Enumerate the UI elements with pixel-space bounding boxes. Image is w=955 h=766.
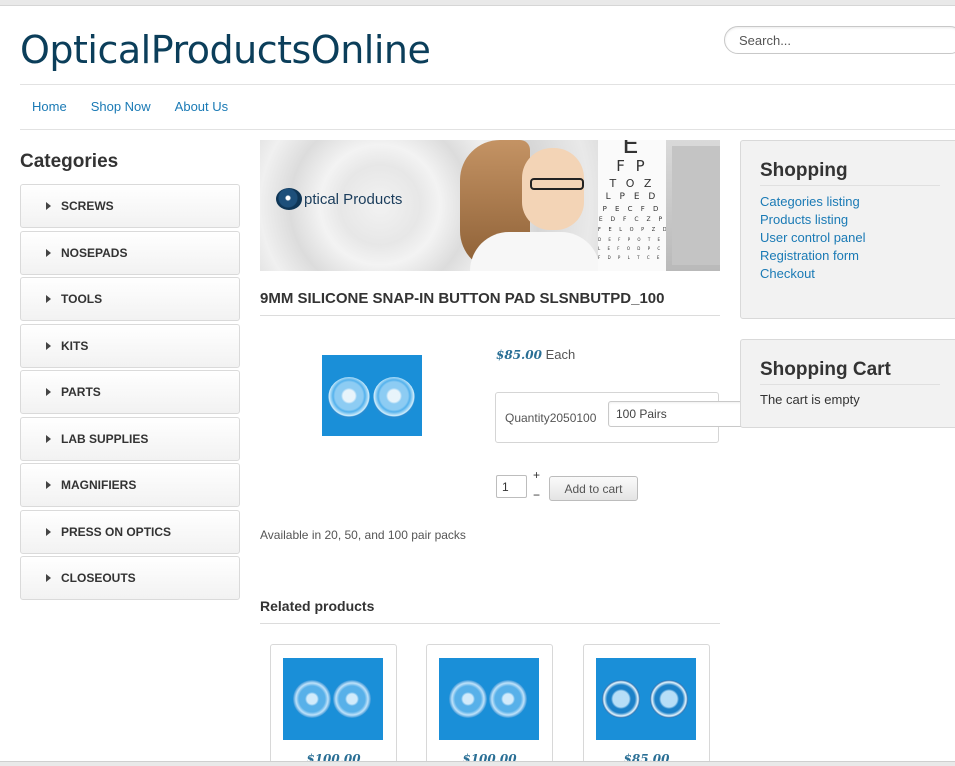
product-title: 9MM SILICONE SNAP-IN BUTTON PAD SLSNBUTP… [260,290,665,307]
category-item-screws[interactable]: SCREWS [20,184,240,228]
category-item-kits[interactable]: KITS [20,323,240,368]
window-top-edge [0,0,955,6]
caret-right-icon [46,341,51,350]
quantity-decrease-button[interactable]: − [533,488,540,502]
caret-right-icon [46,527,51,536]
add-to-cart-button[interactable]: Add to cart [549,476,638,501]
category-label: PRESS ON OPTICS [61,524,172,539]
eye-chart-line: F P [616,157,648,175]
category-label: PARTS [61,385,101,399]
main-nav: Home Shop Now About Us [20,98,240,116]
banner-side-panel [666,140,720,271]
shopping-links: Categories listing Products listing User… [760,193,866,283]
nav-divider [20,129,955,130]
quantity-option-label: Quantity2050100 [505,411,597,425]
window-bottom-edge [0,761,955,766]
category-label: LAB SUPPLIES [61,431,149,446]
related-product-card[interactable]: $100.00 [270,644,397,766]
category-item-tools[interactable]: TOOLS [20,277,240,321]
promo-banner: ptical Products E F P T O Z L P E D P E … [260,140,720,271]
quantity-option-select[interactable]: 100 Pairs [608,401,748,427]
caret-right-icon [46,388,51,396]
category-item-press-on-optics[interactable]: PRESS ON OPTICS [20,509,240,554]
categories-listing-link[interactable]: Categories listing [760,193,866,211]
nav-shop-now-link[interactable]: Shop Now [79,98,163,116]
product-price: $85.00 [496,348,542,362]
category-label: SCREWS [61,199,114,213]
caret-right-icon [46,248,51,257]
price-unit: Each [545,347,576,362]
eye-chart-line: T O Z [609,177,655,190]
eye-chart-line: L E F O D P C T [598,246,673,251]
eye-chart-line: E [622,140,642,160]
product-price-row: $85.00 Each [496,347,575,362]
category-item-magnifiers[interactable]: MAGNIFIERS [20,463,240,507]
banner-logo: ptical Products [276,188,402,210]
caret-right-icon [46,202,51,210]
caret-right-icon [46,574,51,582]
eye-chart-line: F D P L T C E O [598,255,673,260]
quantity-option-box: Quantity2050100 100 Pairs [495,392,748,443]
registration-form-link[interactable]: Registration form [760,247,866,265]
nosepad-image-left [328,377,370,419]
product-description: Available in 20, 50, and 100 pair packs [260,528,466,542]
category-item-nosepads[interactable]: NOSEPADS [20,230,240,275]
quantity-increase-button[interactable]: + [533,468,540,482]
category-label: KITS [61,338,89,353]
nav-home-link[interactable]: Home [20,98,79,116]
eye-chart: E F P T O Z L P E D P E C F D E D F C Z … [598,140,674,271]
eye-chart-line: F E L O P Z D [598,227,670,233]
nosepad-image-right [373,377,415,419]
shopping-panel: Shopping Categories listing Products lis… [740,140,955,319]
category-item-lab-supplies[interactable]: LAB SUPPLIES [20,416,240,461]
category-label: CLOSEOUTS [61,571,136,585]
category-label: TOOLS [61,292,103,306]
eye-chart-line: L P E D [605,192,659,202]
related-product-image[interactable] [439,658,539,740]
eye-chart-line: P E C F D [602,205,662,213]
category-label: NOSEPADS [61,245,128,260]
user-control-panel-link[interactable]: User control panel [760,229,866,247]
categories-list: SCREWS NOSEPADS TOOLS KITS PARTS LAB SUP… [20,184,240,603]
related-products-title: Related products [260,598,375,614]
product-image[interactable] [322,355,422,436]
checkout-link[interactable]: Checkout [760,265,866,283]
categories-title: Categories [20,151,119,172]
banner-glasses [530,178,584,190]
category-item-parts[interactable]: PARTS [20,370,240,414]
category-item-closeouts[interactable]: CLOSEOUTS [20,556,240,600]
search-input[interactable] [724,26,955,54]
related-products-divider [260,623,720,624]
banner-logo-text: ptical Products [304,190,403,208]
related-product-card[interactable]: $100.00 [426,644,553,766]
eye-chart-line: E D F C Z P [598,216,666,223]
related-product-image[interactable] [283,658,383,740]
shopping-cart-title: Shopping Cart [760,359,891,380]
product-title-divider [260,315,720,316]
nav-about-us-link[interactable]: About Us [163,98,240,116]
cart-empty-message: The cart is empty [760,392,860,407]
related-product-card[interactable]: $85.00 [583,644,710,766]
caret-right-icon [46,434,51,443]
related-product-image[interactable] [596,658,696,740]
products-listing-link[interactable]: Products listing [760,211,866,229]
caret-right-icon [46,295,51,303]
quantity-input[interactable] [496,475,527,498]
banner-model-shirt [470,232,600,271]
caret-right-icon [46,481,51,489]
category-label: MAGNIFIERS [61,478,137,492]
shopping-cart-panel: Shopping Cart The cart is empty [740,339,955,428]
site-title[interactable]: OpticalProductsOnline [20,28,431,72]
header-divider [20,84,955,85]
eye-logo-icon [276,188,302,210]
eye-chart-line: D E F P O T E C [598,237,674,242]
shopping-panel-title: Shopping [760,160,848,181]
